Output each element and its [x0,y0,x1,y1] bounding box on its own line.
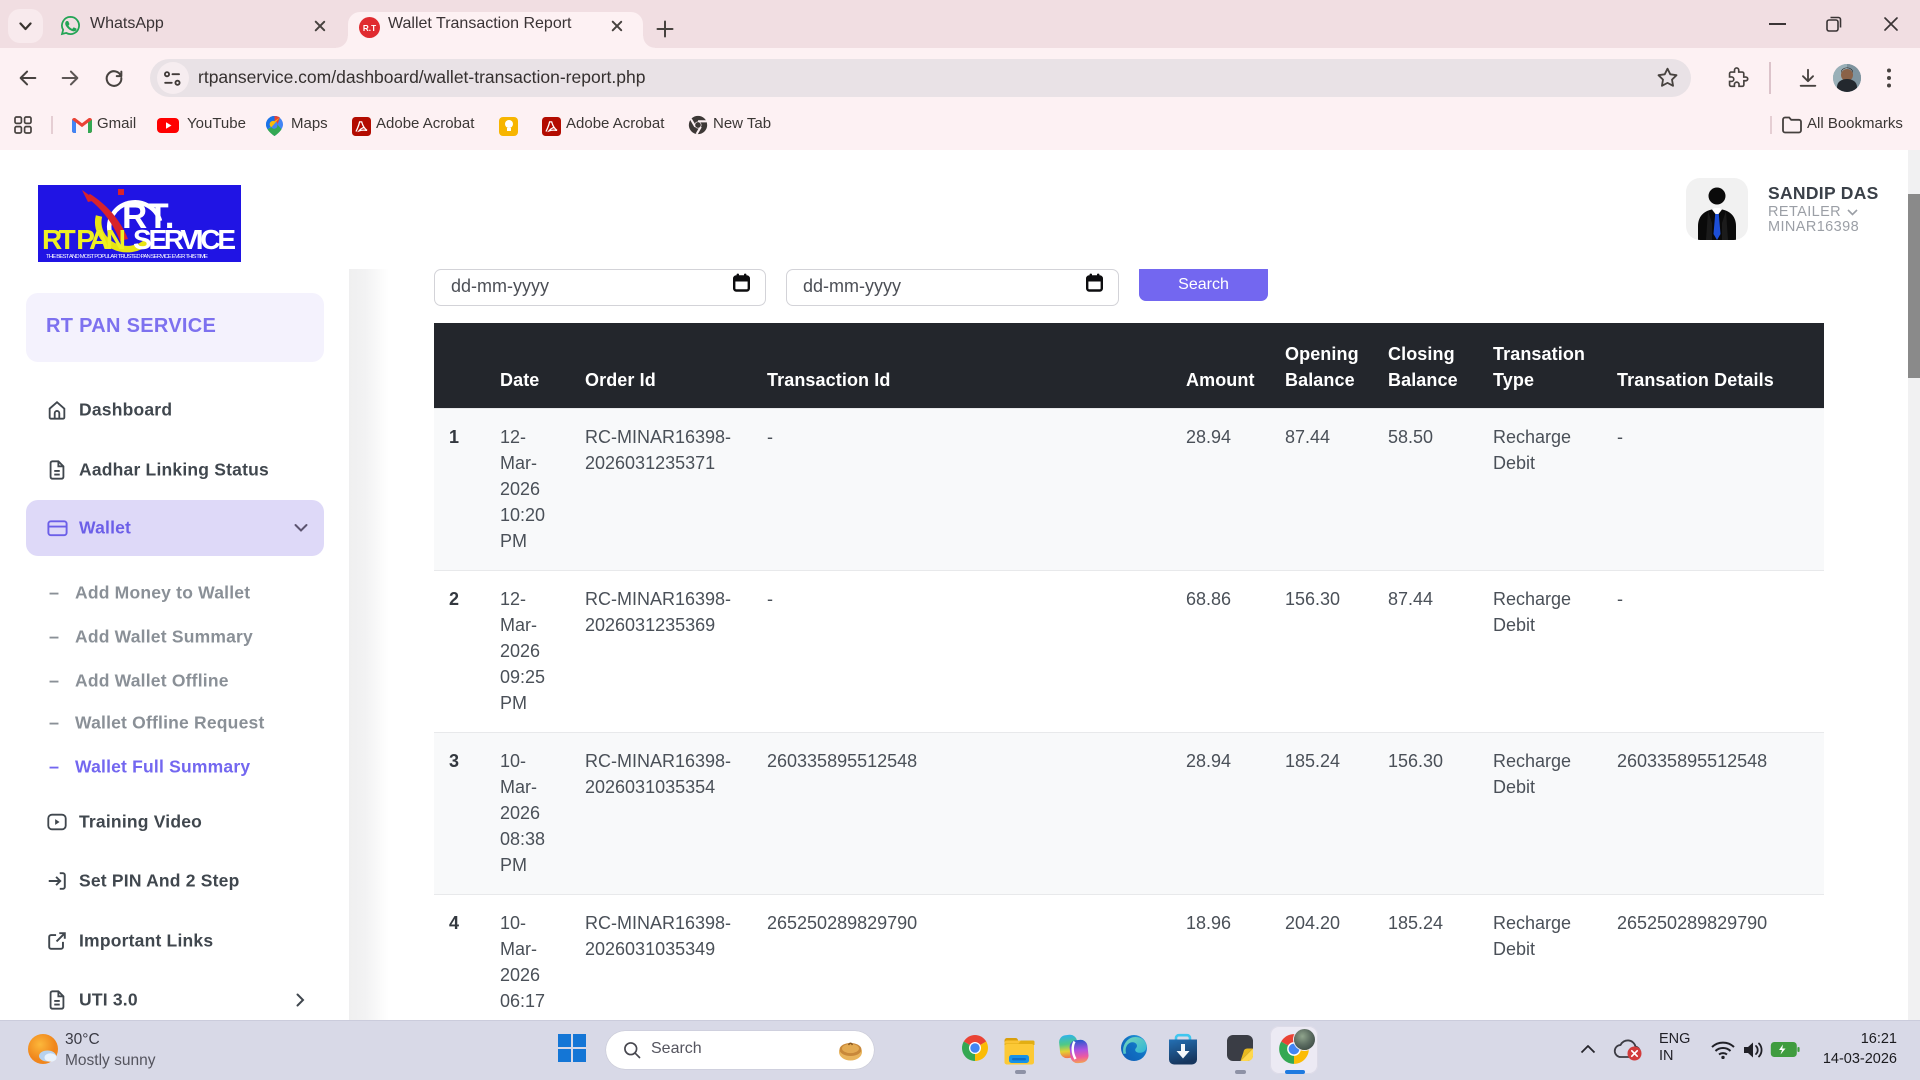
svg-text:SERVICE: SERVICE [133,224,236,255]
svg-text:THE BEST AND MOST POPULAR TRUS: THE BEST AND MOST POPULAR TRUSTED PAN SE… [46,254,208,260]
svg-text:RT PAN: RT PAN [42,224,126,255]
svg-text:R.T: R.T [363,24,376,33]
